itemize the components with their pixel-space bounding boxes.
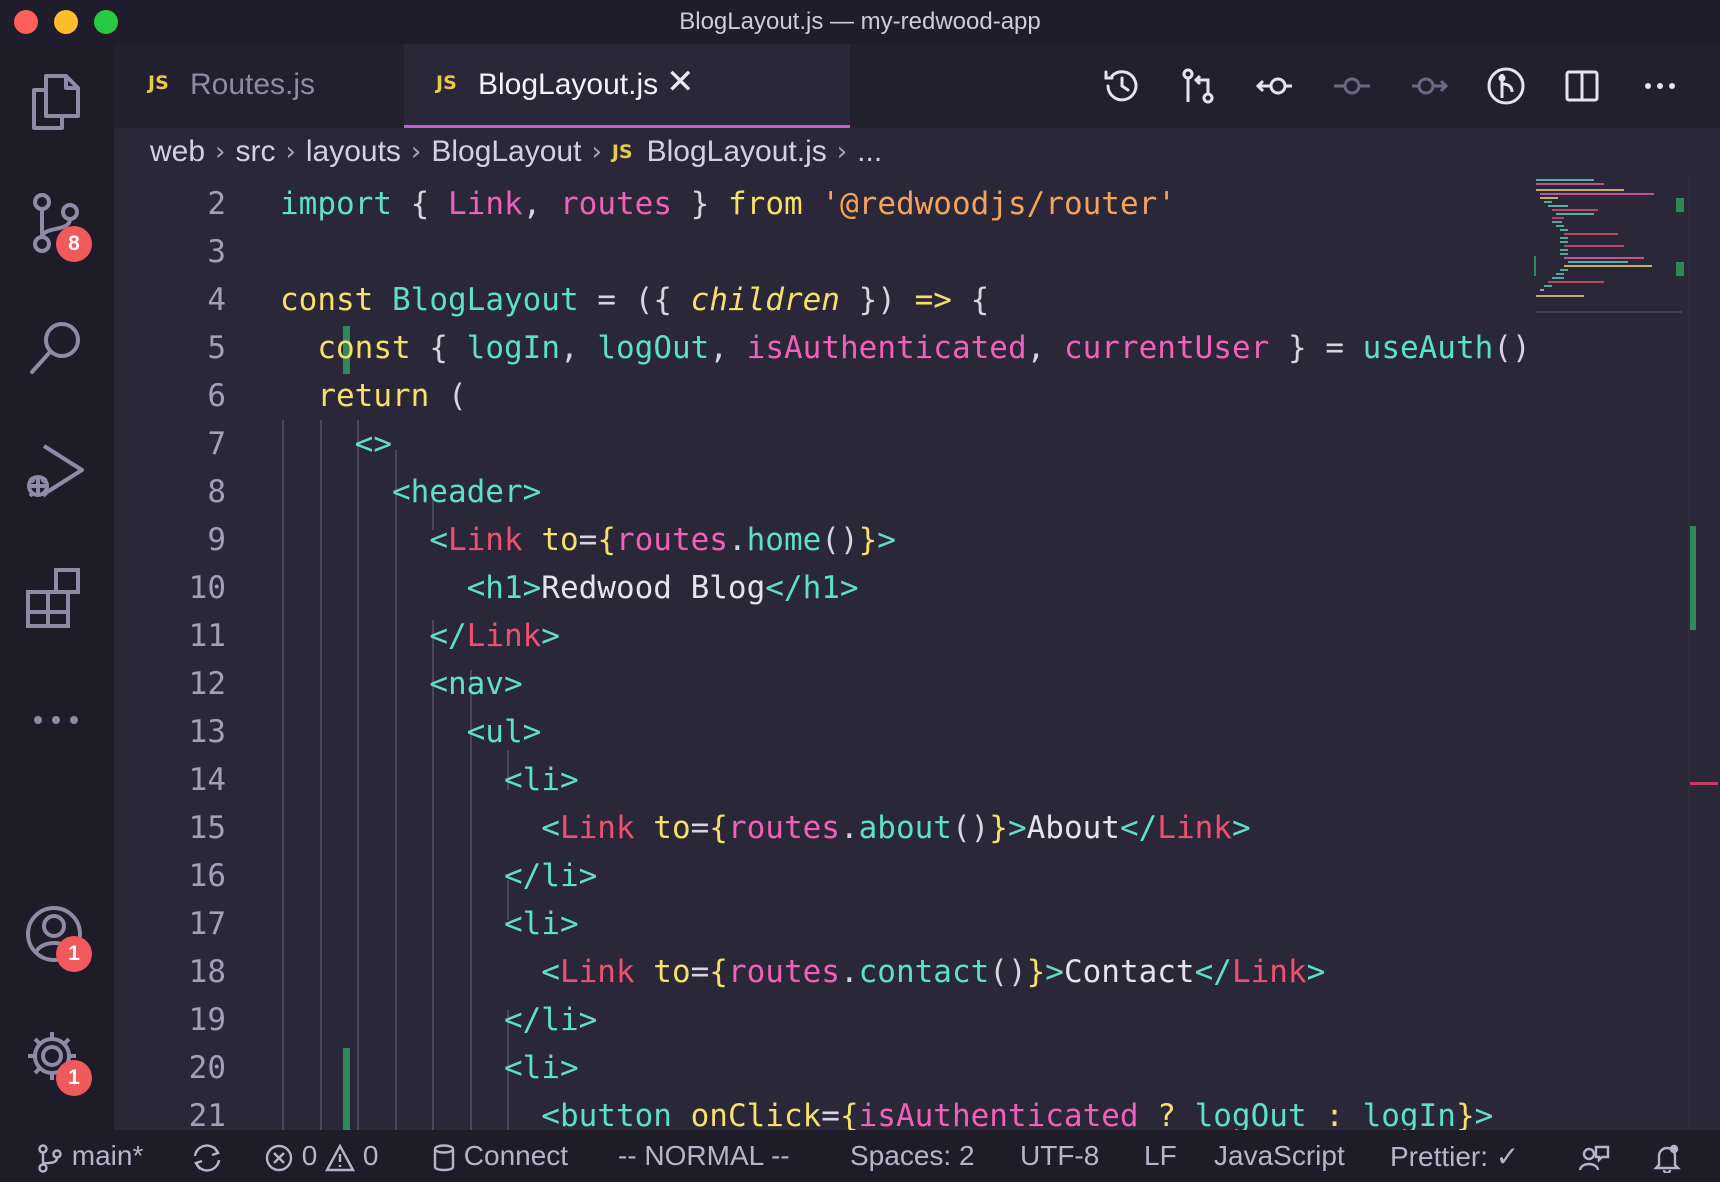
more-actions-icon[interactable] [1638,64,1682,108]
warning-count: 0 [362,1140,379,1171]
line-number: 18 [188,954,226,990]
branch-name: main* [71,1140,144,1171]
explorer-icon[interactable] [22,66,92,136]
commit-icon[interactable] [1330,64,1374,108]
git-branch-icon [38,1143,62,1173]
breadcrumb-item-file[interactable]: BlogLayout.js [647,135,827,169]
breadcrumb-item-web[interactable]: web [150,135,205,169]
activity-bar: 8 1 1 [0,44,114,1130]
status-bar: main* 0 0 Connect -- NORMAL -- Spaces: 2… [0,1130,1720,1182]
breadcrumb-item-layouts[interactable]: layouts [306,135,401,169]
close-tab-icon[interactable]: ✕ [666,62,695,102]
prettier-status[interactable]: Prettier: ✓ [1390,1140,1519,1173]
line-number: 12 [188,666,226,702]
window-title: BlogLayout.js — my-redwood-app [679,8,1041,35]
extensions-icon[interactable] [22,562,92,632]
line-number: 20 [188,1050,226,1086]
feedback-icon[interactable] [1578,1140,1610,1173]
notifications-bell-icon[interactable] [1652,1140,1682,1174]
line-number: 17 [188,906,226,942]
line-number: 13 [188,714,226,750]
language-mode[interactable]: JavaScript [1214,1140,1345,1172]
line-number: 15 [188,810,226,846]
line-number: 10 [188,570,226,606]
breadcrumb-item-src[interactable]: src [235,135,275,169]
editor-window: BlogLayout.js — my-redwood-app 8 1 1 JS … [0,0,1720,1182]
error-icon [265,1144,293,1171]
breadcrumb-separator: › [215,137,226,168]
timeline-history-icon[interactable] [1100,64,1144,108]
source-control-badge: 8 [56,226,92,262]
breadcrumb: web › src › layouts › BlogLayout › JS BlogLayout.… [150,134,882,178]
next-revision-icon[interactable] [1408,64,1452,108]
breadcrumb-separator: › [285,137,296,168]
tab-routes-js[interactable]: JS Routes.js [114,44,404,128]
breadcrumb-item-symbols[interactable]: ... [857,135,882,169]
branch-status[interactable]: main* [36,1140,143,1173]
tab-label: Routes.js [190,68,316,101]
title-bar: BlogLayout.js — my-redwood-app [0,0,1720,44]
vertical-scrollbar[interactable] [1688,176,1690,1130]
encoding-status[interactable]: UTF-8 [1020,1140,1099,1172]
previous-revision-icon[interactable] [1252,64,1296,108]
settings-badge: 1 [56,1060,92,1096]
indentation-status[interactable]: Spaces: 2 [850,1140,975,1172]
line-number: 19 [188,1002,226,1038]
vim-mode: -- NORMAL -- [618,1140,790,1171]
line-number: 9 [207,522,226,558]
line-number: 14 [188,762,226,798]
tab-bloglayout-js[interactable]: JS BlogLayout.js ✕ [404,44,850,128]
minimap[interactable] [1534,176,1684,326]
line-number: 5 [207,330,226,366]
tab-label: BlogLayout.js [478,68,659,101]
eol-status[interactable]: LF [1144,1140,1177,1172]
code-editor[interactable]: 2 import { Link, routes } from '@redwoodj… [114,180,1534,1130]
run-debug-icon[interactable] [22,438,92,508]
line-number: 11 [188,618,226,654]
problems-status[interactable]: 0 0 [264,1140,379,1173]
breadcrumb-separator: › [410,137,422,168]
line-number: 21 [188,1098,226,1130]
breadcrumb-separator: › [836,137,848,168]
line-number: 8 [207,474,226,510]
line-number: 16 [188,858,226,894]
error-count: 0 [301,1140,318,1171]
breadcrumb-item-bloglayout[interactable]: BlogLayout [431,135,581,169]
js-file-icon: JS [611,141,633,164]
js-file-icon: JS [436,72,457,94]
accounts-badge: 1 [56,936,92,972]
line-number: 4 [207,282,226,318]
breadcrumb-separator: › [591,137,602,168]
gitlens-icon[interactable] [1484,64,1528,108]
database-connect[interactable]: Connect [432,1140,568,1173]
sync-icon[interactable] [190,1140,224,1173]
tabs-bar: JS Routes.js JS BlogLayout.js ✕ [114,44,1720,128]
split-editor-icon[interactable] [1560,64,1604,108]
more-views-icon[interactable] [22,686,92,756]
js-file-icon: JS [148,72,169,94]
line-number: 6 [207,378,226,414]
search-icon[interactable] [22,314,92,384]
open-changes-icon[interactable] [1176,64,1220,108]
warning-icon [325,1143,356,1171]
database-icon [433,1143,455,1171]
line-number: 2 [207,186,226,222]
line-number: 7 [207,426,226,462]
scrollbar-error-marker [1688,782,1718,785]
connect-label: Connect [463,1140,569,1171]
line-number: 3 [207,234,226,270]
